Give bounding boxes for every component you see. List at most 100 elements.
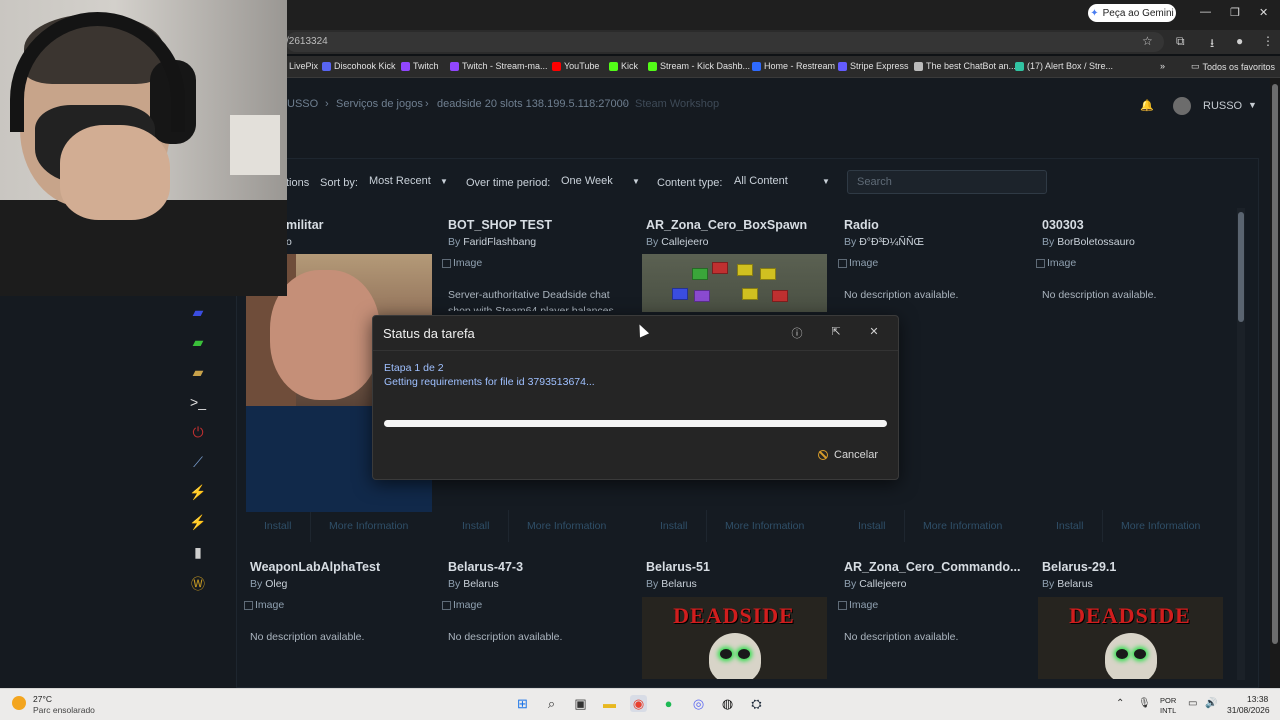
- power-icon[interactable]: ⏻: [189, 424, 207, 442]
- weather-temp[interactable]: 27°C: [33, 694, 52, 704]
- cancel-button[interactable]: Cancelar: [818, 449, 878, 461]
- rail-icon-server[interactable]: ▰: [189, 334, 207, 352]
- task-view-icon[interactable]: ▣: [572, 695, 589, 712]
- install-button[interactable]: Install: [264, 520, 291, 532]
- more-information-button[interactable]: More Information: [1121, 520, 1200, 532]
- card-title[interactable]: Belarus-51: [646, 560, 830, 574]
- console-icon[interactable]: >_: [189, 394, 207, 412]
- tray-overflow-icon[interactable]: ⌃: [1116, 698, 1124, 709]
- user-name[interactable]: RUSSO: [1203, 100, 1242, 112]
- bookmarks-overflow-icon[interactable]: »: [1160, 61, 1165, 71]
- list-scroll-thumb[interactable]: [1238, 212, 1244, 322]
- bookmark-item[interactable]: Stripe Express: [838, 61, 909, 71]
- install-button[interactable]: Install: [1056, 520, 1083, 532]
- author-name[interactable]: Oleg: [265, 578, 287, 590]
- profile-icon[interactable]: ●: [1236, 34, 1243, 48]
- card-thumbnail[interactable]: DEADSIDE: [642, 597, 827, 679]
- bookmark-item[interactable]: The best ChatBot an...: [914, 61, 1016, 71]
- chrome-icon[interactable]: ◉: [630, 695, 647, 712]
- keyboard-layout[interactable]: INTL: [1160, 706, 1176, 715]
- bookmark-item[interactable]: YouTube: [552, 61, 599, 71]
- author-name[interactable]: FaridFlashbang: [463, 236, 536, 248]
- card-title[interactable]: Radio: [844, 218, 1028, 232]
- spotify-icon[interactable]: ●: [660, 695, 677, 712]
- microphone-icon[interactable]: 🎙: [1138, 698, 1151, 709]
- breadcrumb-item[interactable]: USSO: [287, 98, 318, 110]
- bookmark-star-icon[interactable]: ☆: [1142, 34, 1153, 48]
- author-name[interactable]: Belarus: [463, 578, 499, 590]
- obs-icon[interactable]: ◍: [719, 695, 736, 712]
- download-icon[interactable]: ⭳: [1210, 34, 1214, 55]
- weather-sun-icon[interactable]: [12, 696, 26, 710]
- card-thumbnail[interactable]: [642, 254, 827, 312]
- steam-icon[interactable]: ⛭: [748, 695, 765, 712]
- bookmark-item[interactable]: Twitch: [401, 61, 439, 71]
- author-name[interactable]: Đ°Đ³Đ¼ÑÑŒ: [859, 236, 924, 248]
- period-select[interactable]: One Week: [561, 175, 613, 187]
- minimize-icon[interactable]: —: [1200, 6, 1211, 18]
- rail-icon-files[interactable]: ▰: [189, 364, 207, 382]
- maximize-icon[interactable]: ❐: [1230, 6, 1240, 19]
- info-icon[interactable]: ⓘ: [790, 325, 804, 341]
- search-icon[interactable]: ⌕: [543, 695, 560, 712]
- language-indicator[interactable]: POR: [1160, 696, 1176, 705]
- network-icon[interactable]: ▭: [1188, 698, 1197, 709]
- author-name[interactable]: Belarus: [661, 578, 697, 590]
- external-link-icon[interactable]: ⇱: [829, 325, 843, 338]
- bolt-icon[interactable]: ⚡: [189, 484, 207, 502]
- all-favorites[interactable]: ▭ Todos os favoritos: [1191, 61, 1275, 72]
- bookmark-item[interactable]: Stream - Kick Dashb...: [648, 61, 750, 71]
- more-information-button[interactable]: More Information: [923, 520, 1002, 532]
- weather-desc[interactable]: Parc ensolarado: [33, 705, 95, 715]
- file-explorer-icon[interactable]: ▬: [601, 695, 618, 712]
- card-title[interactable]: Belarus-29.1: [1042, 560, 1226, 574]
- bolt-icon-2[interactable]: ⚡: [189, 514, 207, 532]
- content-type-select[interactable]: All Content: [734, 175, 788, 187]
- install-button[interactable]: Install: [462, 520, 489, 532]
- card-title[interactable]: BOT_SHOP TEST: [448, 218, 632, 232]
- bookmark-item[interactable]: Discohook Kick: [322, 61, 396, 71]
- card-thumbnail[interactable]: DEADSIDE: [1038, 597, 1223, 679]
- workshop-icon[interactable]: ▮: [189, 544, 207, 562]
- ask-gemini-button[interactable]: ✦ Peça ao Gemini: [1088, 4, 1176, 22]
- more-information-button[interactable]: More Information: [329, 520, 408, 532]
- breadcrumb-item[interactable]: deadside 20 slots 138.199.5.118:27000: [437, 98, 629, 110]
- chart-icon[interactable]: ⟋: [189, 454, 207, 472]
- breadcrumb-item[interactable]: Serviços de jogos: [336, 98, 423, 110]
- sort-select[interactable]: Most Recent: [369, 175, 431, 187]
- author-name[interactable]: Belarus: [1057, 578, 1093, 590]
- close-window-icon[interactable]: ✕: [1259, 6, 1268, 19]
- menu-icon[interactable]: ⋮: [1262, 34, 1274, 48]
- install-button[interactable]: Install: [858, 520, 885, 532]
- chevron-down-icon[interactable]: ▼: [1248, 100, 1257, 110]
- card-title[interactable]: AR_Zona_Cero_Commando...: [844, 560, 1028, 574]
- card-title[interactable]: 030303: [1042, 218, 1226, 232]
- install-button[interactable]: Install: [660, 520, 687, 532]
- more-information-button[interactable]: More Information: [725, 520, 804, 532]
- clock-time[interactable]: 13:38: [1247, 694, 1268, 704]
- author-name[interactable]: Callejeero: [661, 236, 708, 248]
- wp-icon[interactable]: Ⓦ: [189, 574, 207, 592]
- bookmark-item[interactable]: Home - Restream: [752, 61, 835, 71]
- close-icon[interactable]: ✕: [867, 325, 881, 338]
- volume-icon[interactable]: 🔊: [1205, 698, 1217, 709]
- page-scroll-thumb[interactable]: [1272, 84, 1278, 644]
- card-title[interactable]: militar: [286, 218, 470, 232]
- more-information-button[interactable]: More Information: [527, 520, 606, 532]
- bookmark-item[interactable]: Twitch - Stream-ma...: [450, 61, 548, 71]
- card-title[interactable]: AR_Zona_Cero_BoxSpawn: [646, 218, 830, 232]
- bookmark-item[interactable]: Kick: [609, 61, 638, 71]
- bookmark-item[interactable]: (17) Alert Box / Stre...: [1015, 61, 1113, 71]
- discord-icon[interactable]: ◎: [690, 695, 707, 712]
- address-bar[interactable]: /2613324: [286, 32, 1164, 52]
- extensions-icon[interactable]: ⧉: [1176, 34, 1185, 49]
- avatar[interactable]: [1173, 97, 1191, 115]
- card-title[interactable]: Belarus-47-3: [448, 560, 632, 574]
- author-name[interactable]: Callejeero: [859, 578, 906, 590]
- notification-bell-icon[interactable]: 🔔: [1140, 99, 1154, 112]
- search-input[interactable]: Search: [847, 170, 1047, 194]
- clock-date[interactable]: 31/08/2026: [1227, 705, 1270, 715]
- author-name[interactable]: BorBoletossauro: [1057, 236, 1135, 248]
- start-icon[interactable]: ⊞: [514, 695, 531, 712]
- rail-icon-users[interactable]: ▰: [189, 304, 207, 322]
